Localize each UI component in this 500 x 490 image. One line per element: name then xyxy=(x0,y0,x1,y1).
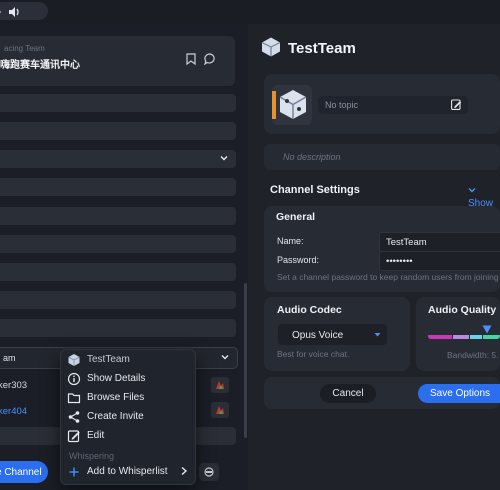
menu-item-add-to-whisperlist[interactable]: Add to Whisperlist xyxy=(61,463,195,481)
topic-placeholder: No topic xyxy=(325,100,359,110)
slider-thumb[interactable] xyxy=(482,325,492,337)
audio-codec-hint: Best for voice chat. xyxy=(277,349,350,359)
channel-row[interactable] xyxy=(0,150,236,168)
audio-controls xyxy=(0,2,48,20)
channel-title: TestTeam xyxy=(288,40,356,57)
share-icon xyxy=(67,410,81,427)
footer-settings-button[interactable] xyxy=(199,463,219,481)
context-menu-header: TestTeam xyxy=(61,351,195,369)
channel-row[interactable] xyxy=(0,122,236,140)
speaker-icon[interactable] xyxy=(9,6,21,21)
menu-item-label: Edit xyxy=(87,430,105,441)
chevron-down-icon[interactable] xyxy=(220,154,228,165)
cube-icon xyxy=(67,353,81,370)
microphone-icon[interactable] xyxy=(0,6,1,21)
audio-codec-value: Opus Voice xyxy=(292,330,344,341)
channel-row[interactable] xyxy=(0,207,236,225)
user-status-icon xyxy=(211,377,229,393)
user-status-icon xyxy=(211,402,229,418)
info-icon xyxy=(67,372,81,389)
menu-section-label: Whispering xyxy=(69,451,115,461)
edit-icon[interactable] xyxy=(451,99,462,113)
cancel-button[interactable]: Cancel xyxy=(320,384,376,403)
server-name: 嗨跑赛车通讯中心 xyxy=(0,60,80,71)
menu-item-label: Browse Files xyxy=(87,392,145,403)
edit-icon xyxy=(67,429,81,446)
user-name[interactable]: ker303 xyxy=(0,380,27,391)
menu-item-label: Show Details xyxy=(87,373,146,384)
context-menu: TestTeam Show Details Browse Files Creat… xyxy=(60,349,196,485)
settings-heading: Channel Settings xyxy=(270,184,360,196)
channel-row[interactable] xyxy=(0,291,236,309)
password-input[interactable] xyxy=(379,251,500,271)
dropdown-arrow-icon xyxy=(374,330,381,341)
password-label: Password: xyxy=(277,255,320,265)
menu-item-browse-files[interactable]: Browse Files xyxy=(61,389,195,407)
description-placeholder: No description xyxy=(283,152,341,162)
bandwidth-text: Bandwidth: 5. xyxy=(447,350,499,360)
plus-icon xyxy=(67,465,81,482)
menu-item-show-details[interactable]: Show Details xyxy=(61,370,195,388)
menu-item-create-invite[interactable]: Create Invite xyxy=(61,408,195,426)
cube-icon xyxy=(260,36,282,61)
audio-codec-heading: Audio Codec xyxy=(277,304,342,316)
create-channel-button[interactable]: e Channel xyxy=(0,461,48,483)
name-input[interactable] xyxy=(379,232,500,252)
menu-item-label: Add to Whisperlist xyxy=(87,466,168,477)
menu-item-edit[interactable]: Edit xyxy=(61,427,195,445)
context-menu-title: TestTeam xyxy=(87,354,130,365)
chat-icon[interactable] xyxy=(203,53,216,68)
audio-quality-heading: Audio Quality xyxy=(428,304,497,316)
password-hint: Set a channel password to keep random us… xyxy=(277,272,499,282)
chevron-right-icon xyxy=(180,466,188,479)
save-options-button[interactable]: Save Options xyxy=(418,384,500,403)
server-subtitle: acing Team xyxy=(4,44,45,53)
folder-icon xyxy=(67,391,81,408)
channel-row[interactable] xyxy=(0,319,236,337)
menu-item-label: Create Invite xyxy=(87,411,144,422)
scrollbar[interactable] xyxy=(244,283,247,438)
server-header: acing Team 嗨跑赛车通讯中心 xyxy=(0,36,235,86)
name-label: Name: xyxy=(277,236,304,246)
chevron-down-icon[interactable] xyxy=(221,353,229,364)
channel-avatar[interactable] xyxy=(272,85,312,125)
top-toolbar xyxy=(0,0,500,24)
user-name[interactable]: ker404 xyxy=(0,406,27,417)
chevron-down-icon xyxy=(468,188,476,193)
channel-row[interactable] xyxy=(0,178,236,196)
general-heading: General xyxy=(276,211,316,223)
channel-row[interactable] xyxy=(0,263,236,281)
bookmark-icon[interactable] xyxy=(186,53,196,68)
channel-row[interactable] xyxy=(0,94,236,112)
channel-row[interactable] xyxy=(0,235,236,253)
channel-label: am xyxy=(3,353,16,363)
